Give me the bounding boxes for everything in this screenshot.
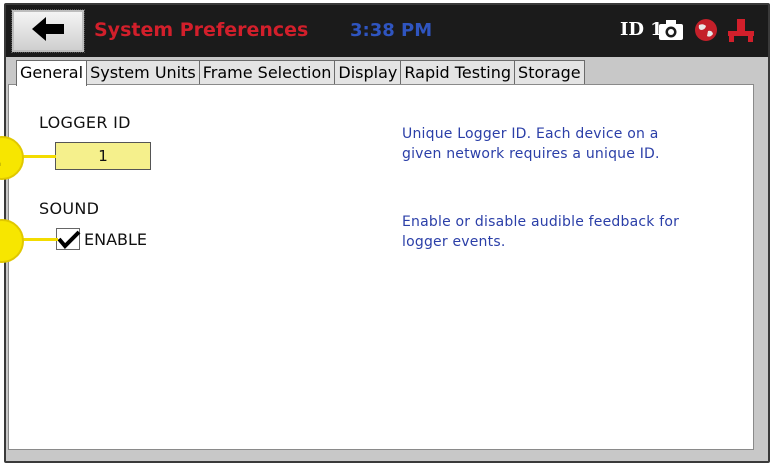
tab-system-units[interactable]: System Units [86,60,200,85]
camera-icon[interactable] [658,18,684,46]
tab-rapid-testing[interactable]: Rapid Testing [400,60,516,85]
usb-plug-icon[interactable] [726,18,756,48]
checkmark-icon [57,230,81,253]
back-arrow-icon [28,14,68,48]
logger-id-heading: LOGGER ID [39,113,131,132]
callout-1-number: 1 [0,143,2,173]
network-globe-icon[interactable] [694,18,718,46]
sound-description-line1: Enable or disable audible feedback for [402,214,680,230]
tab-frame-selection[interactable]: Frame Selection [198,60,336,85]
tab-display[interactable]: Display [334,60,402,85]
sound-description-line2: logger events. [402,234,506,250]
title-bar: System Preferences 3:38 PM ID 1 [6,5,768,57]
device-id-label: ID 1 [620,19,663,40]
tab-storage[interactable]: Storage [514,60,585,85]
logger-id-description-line1: Unique Logger ID. Each device on a [402,126,659,142]
sound-enable-checkbox[interactable] [56,228,81,253]
tab-general[interactable]: General [16,60,88,86]
sound-enable-label[interactable]: ENABLE [84,230,147,249]
back-button[interactable] [11,9,85,53]
callout-1-leader [20,155,56,158]
logger-id-field[interactable]: 1 [55,142,151,170]
logger-id-description-line2: given network requires a unique ID. [402,146,660,162]
callout-2-number: 2 [0,226,2,256]
page-title: System Preferences [94,19,309,41]
sound-heading: SOUND [39,199,100,218]
clock-time: 3:38 PM [350,20,433,41]
tab-bar: General System Units Frame Selection Dis… [16,60,585,86]
callout-2-leader [20,238,58,241]
